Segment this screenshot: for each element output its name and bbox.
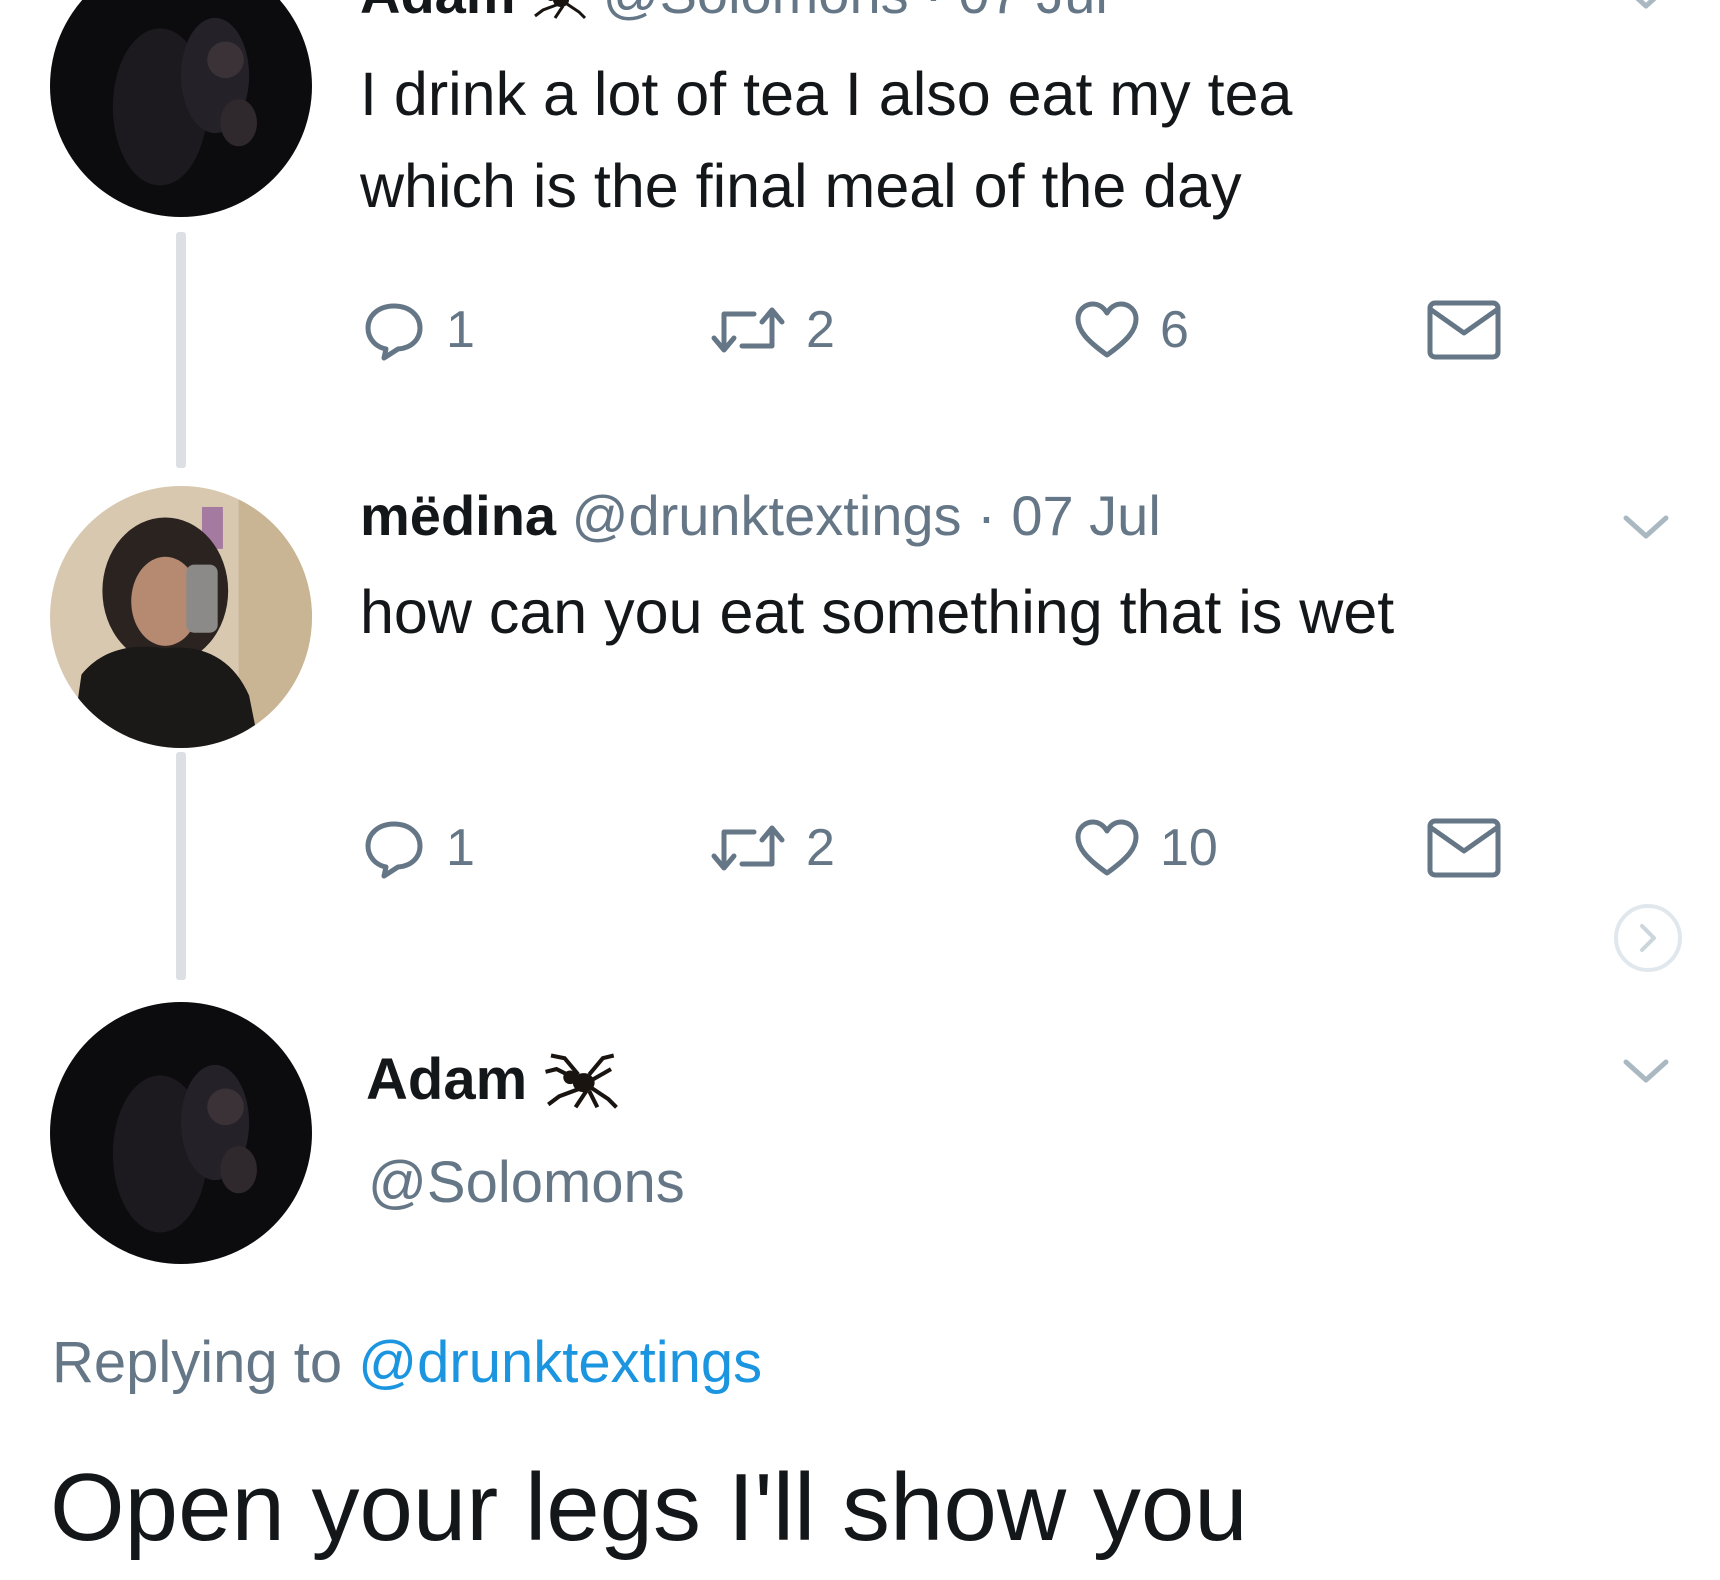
spider-icon [534,0,587,20]
tweet-text-line: how can you eat something that is wet [360,578,1395,646]
like-button[interactable]: 6 [1074,290,1189,370]
retweet-icon [711,825,785,871]
like-button[interactable]: 10 [1074,808,1218,888]
separator-dot: · [924,0,943,25]
envelope-icon [1427,818,1501,878]
replying-to-mention-link[interactable]: @drunktextings [358,1330,762,1395]
chevron-down-icon[interactable] [1618,508,1674,548]
avatar[interactable] [50,0,312,217]
focused-tweet-text: Open your legs I'll show you [50,1454,1248,1561]
retweet-count: 2 [806,301,835,359]
tweet-handle[interactable]: @drunktextings [572,484,962,547]
tweet-actions: 1 2 10 [362,808,1502,888]
retweet-button[interactable]: 2 [710,290,835,370]
reply-button[interactable]: 1 [362,290,475,370]
tweet-date[interactable]: 07 Jul [1011,484,1160,547]
chevron-right-icon[interactable] [1612,902,1684,974]
focused-tweet-handle[interactable]: @Solomons [368,1154,685,1212]
heart-icon [1075,301,1139,358]
tweet-author-name[interactable]: mëdina [360,484,556,547]
replying-to-label: Replying to [52,1330,343,1395]
chevron-down-icon[interactable] [1618,1052,1674,1092]
tweet-header: Adam @Solomons · 07 Jul [360,0,1108,22]
heart-icon [1075,819,1139,876]
tweet-header: mëdina @drunktextings · 07 Jul [360,488,1161,544]
thread-connector-line [176,752,186,980]
reply-icon [365,821,423,879]
envelope-icon [1427,300,1501,360]
reply-button[interactable]: 1 [362,808,475,888]
tweet-text-line: which is the final meal of the day [360,152,1242,220]
tweet-text: how can you eat something that is wet [360,566,1394,658]
separator-dot: · [977,484,996,547]
author-name-text: Adam [366,1047,528,1112]
avatar[interactable] [50,486,312,748]
tweet-date[interactable]: 07 Jul [958,0,1107,25]
replying-to-line: Replying to @drunktextings [52,1334,762,1392]
retweet-button[interactable]: 2 [710,808,835,888]
like-count: 10 [1160,819,1218,877]
direct-message-button[interactable] [1426,808,1502,888]
tweet-text-line: I drink a lot of tea I also eat my tea [360,60,1293,128]
tweet-text: I drink a lot of tea I also eat my tea w… [360,48,1292,232]
tweet-author-name[interactable]: Adam [360,0,516,25]
like-count: 6 [1160,301,1189,359]
spider-icon [545,1053,619,1109]
focused-tweet-author-name[interactable]: Adam [366,1050,621,1110]
retweet-icon [711,307,785,353]
reply-count: 1 [446,819,475,877]
direct-message-button[interactable] [1426,290,1502,370]
reply-icon [365,303,423,361]
tweet-actions: 1 2 6 [362,290,1502,370]
retweet-count: 2 [806,819,835,877]
tweet-handle[interactable]: @Solomons [603,0,909,25]
thread-connector-line [176,232,186,468]
chevron-down-icon[interactable] [1618,0,1674,18]
avatar[interactable] [50,1002,312,1264]
reply-count: 1 [446,301,475,359]
